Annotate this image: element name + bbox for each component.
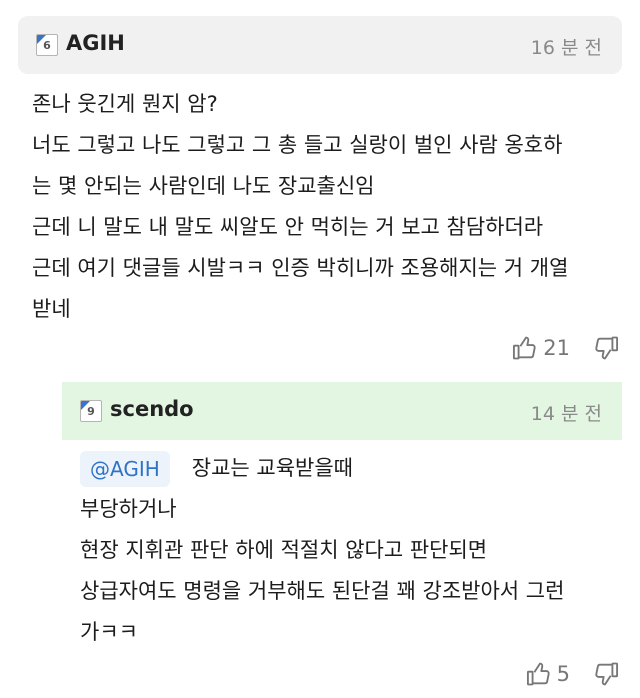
level-badge-icon: 6 [36, 34, 58, 56]
level-badge-icon: 9 [80, 400, 102, 422]
like-count: 5 [556, 662, 570, 686]
reply-line: 장교는 교육받을때 [191, 456, 354, 480]
reply-line: 현장 지휘관 판단 하에 적절치 않다고 판단되면 [80, 538, 488, 562]
mention-tag[interactable]: @AGIH [80, 450, 170, 487]
dislike-button[interactable] [592, 660, 620, 688]
comment-username[interactable]: AGIH [66, 31, 125, 55]
comment-line: 받네 [32, 297, 71, 321]
reply-username[interactable]: scendo [110, 397, 194, 421]
reply-actions: 5 [525, 660, 620, 688]
comment-line: 근데 니 말도 내 말도 씨알도 안 먹히는 거 보고 참담하더라 [32, 215, 544, 239]
thumbs-up-icon [525, 660, 553, 688]
comment-line: 근데 여기 댓글들 시발ㅋㅋ 인증 박히니까 조용해지는 거 개열 [32, 256, 569, 280]
reply-body: @AGIH 장교는 교육받을때 부당하거나 현장 지휘관 판단 하에 적절치 않… [80, 448, 564, 653]
reply-line: 부당하거나 [80, 497, 177, 521]
comment-body: 존나 웃긴게 뭔지 암? 너도 그렇고 나도 그렇고 그 총 들고 실랑이 벌인… [32, 84, 568, 330]
comment-line: 너도 그렇고 나도 그렇고 그 총 들고 실랑이 벌인 사람 옹호하 [32, 133, 563, 157]
like-count: 21 [543, 336, 570, 360]
reply-header: 9 scendo 14 분 전 [62, 382, 622, 440]
comment-line: 존나 웃긴게 뭔지 암? [32, 92, 218, 116]
reply-line: 가ㅋㅋ [80, 620, 138, 644]
dislike-button[interactable] [592, 334, 620, 362]
thumbs-down-icon [592, 334, 620, 362]
like-button[interactable]: 5 [525, 660, 592, 688]
thumbs-down-icon [592, 660, 620, 688]
reply-line: 상급자여도 명령을 거부해도 된단걸 꽤 강조받아서 그런 [80, 579, 565, 603]
comment-header: 6 AGIH 16 분 전 [18, 16, 622, 74]
comment-time: 16 분 전 [530, 37, 602, 59]
comment-line: 는 몇 안되는 사람인데 나도 장교출신임 [32, 174, 375, 198]
comment-actions: 21 [511, 334, 620, 362]
like-button[interactable]: 21 [511, 334, 592, 362]
thumbs-up-icon [511, 334, 539, 362]
reply-time: 14 분 전 [530, 403, 602, 425]
